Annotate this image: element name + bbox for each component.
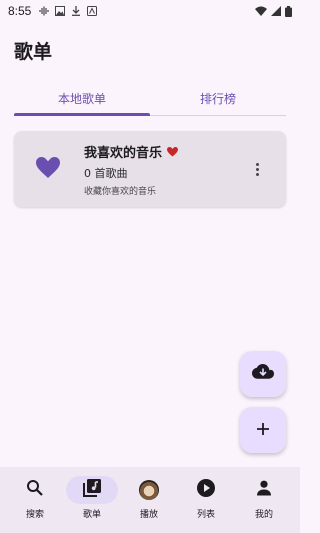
nav-label-queue: 列表 bbox=[196, 510, 215, 520]
bottom-navigation: 搜索 歌单 播放 列表 我的 bbox=[0, 467, 300, 533]
favorite-heart-icon bbox=[167, 142, 178, 161]
cloud-download-icon bbox=[252, 364, 274, 384]
tab-charts[interactable]: 排行榜 bbox=[150, 84, 286, 112]
tab-local-playlists[interactable]: 本地歌单 bbox=[14, 84, 150, 112]
signal-icon bbox=[271, 6, 281, 16]
playlist-description: 收藏你喜欢的音乐 bbox=[84, 187, 157, 197]
nav-item-profile[interactable]: 我的 bbox=[234, 467, 294, 533]
wifi-icon bbox=[255, 6, 267, 16]
page-title: 歌单 bbox=[14, 41, 53, 63]
nav-item-queue[interactable]: 列表 bbox=[176, 467, 236, 533]
app-icon bbox=[87, 6, 98, 16]
person-icon bbox=[256, 480, 272, 500]
nav-label-now-playing: 播放 bbox=[139, 510, 158, 520]
tab-bar: 本地歌单 排行榜 bbox=[14, 84, 286, 117]
avatar bbox=[139, 480, 159, 500]
nav-label-profile: 我的 bbox=[254, 510, 273, 520]
heart-icon bbox=[36, 157, 60, 183]
download-icon bbox=[71, 6, 81, 16]
playlist-song-count: 0 首歌曲 bbox=[84, 167, 128, 180]
battery-icon bbox=[285, 5, 292, 17]
more-options-icon[interactable] bbox=[250, 157, 264, 181]
tab-active-indicator bbox=[14, 113, 150, 116]
nav-item-playlists[interactable]: 歌单 bbox=[62, 467, 122, 533]
cloud-import-button[interactable] bbox=[240, 351, 286, 397]
nav-item-search[interactable]: 搜索 bbox=[5, 467, 65, 533]
nav-item-now-playing[interactable]: 播放 bbox=[119, 467, 179, 533]
image-icon bbox=[55, 6, 66, 16]
add-playlist-button[interactable] bbox=[240, 407, 286, 453]
play-circle-icon bbox=[197, 479, 215, 501]
status-time: 8:55 bbox=[8, 4, 32, 18]
library-music-icon bbox=[83, 479, 101, 501]
playlist-title: 我喜欢的音乐 bbox=[84, 146, 163, 161]
nav-label-search: 搜索 bbox=[25, 510, 44, 520]
search-icon bbox=[26, 479, 44, 501]
sound-wave-icon bbox=[39, 6, 49, 16]
nav-label-playlists: 歌单 bbox=[82, 510, 101, 520]
playlist-card-favorites[interactable]: 我喜欢的音乐 0 首歌曲 收藏你喜欢的音乐 bbox=[14, 131, 286, 207]
plus-icon bbox=[256, 421, 270, 440]
status-bar: 8:55 bbox=[0, 0, 300, 22]
